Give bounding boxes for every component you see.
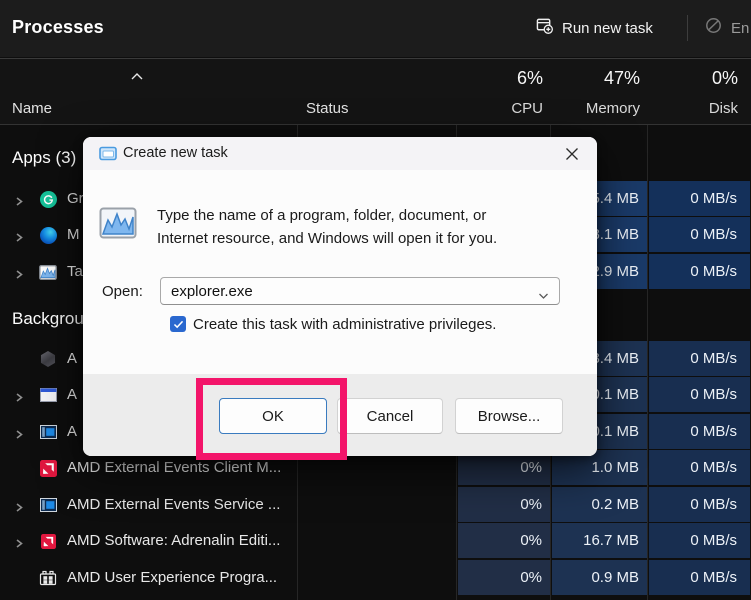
chevron-right-icon[interactable] [14,267,24,285]
chevron-right-icon[interactable] [14,500,24,518]
open-input[interactable] [161,278,529,304]
process-name: AMD User Experience Progra... [67,560,277,596]
open-combobox[interactable] [160,277,560,305]
process-row[interactable]: AMD Software: Adrenalin Editi... 0% 16.7… [0,523,751,559]
building-icon [39,569,57,587]
process-name: A [67,377,77,413]
close-icon[interactable] [559,141,585,167]
chevron-down-icon[interactable] [538,287,549,305]
memory-cell: 0.9 MB [552,560,647,595]
toolbar: Processes Run new task En [0,0,751,57]
cpu-label: CPU [511,100,543,117]
cancel-button[interactable]: Cancel [337,398,443,434]
chevron-right-icon[interactable] [14,194,24,212]
open-label: Open: [102,283,143,300]
cpu-cell: 0% [458,560,550,595]
run-new-task-icon [536,17,553,39]
highlight-annotation-rectangle [196,378,347,460]
disk-cell: 0 MB/s [649,341,750,376]
chevron-right-icon[interactable] [14,536,24,554]
process-row[interactable]: AMD External Events Service ... 0% 0.2 M… [0,487,751,523]
sort-ascending-icon [130,68,144,86]
end-task-button[interactable]: En [705,12,749,44]
amd-icon [39,532,57,550]
disk-total: 0% [712,68,738,89]
blue-window-app-icon [39,496,57,514]
browse-button[interactable]: Browse... [455,398,563,434]
column-header-status[interactable]: Status [306,100,349,117]
task-manager-icon [99,206,137,245]
memory-total: 47% [604,68,640,89]
window-icon [99,146,117,166]
column-header-cpu[interactable]: 6% CPU [457,59,551,124]
dialog-title: Create new task [123,137,228,170]
task-manager-icon [39,263,57,281]
process-name: M [67,217,80,253]
dialog-body: Type the name of a program, folder, docu… [83,170,597,374]
process-name: Ta [67,254,83,290]
disk-cell: 0 MB/s [649,450,750,485]
process-name: AMD Software: Adrenalin Editi... [67,523,280,559]
process-row[interactable]: AMD User Experience Progra... 0% 0.9 MB … [0,560,751,596]
process-name: A [67,414,77,450]
page-title: Processes [12,17,104,38]
process-name: A [67,341,77,377]
memory-cell: 0.2 MB [552,487,647,522]
run-new-task-button[interactable]: Run new task [536,12,653,44]
chevron-right-icon[interactable] [14,390,24,408]
disk-cell: 0 MB/s [649,217,750,252]
admin-privileges-label: Create this task with administrative pri… [193,316,496,333]
blue-window-app-icon [39,423,57,441]
cpu-cell: 0% [458,487,550,522]
column-header-name[interactable]: Name [12,100,52,117]
column-header-memory[interactable]: 47% Memory [551,59,648,124]
disk-cell: 0 MB/s [649,487,750,522]
hexagon-app-icon [39,350,57,368]
disk-cell: 0 MB/s [649,254,750,289]
process-name: AMD External Events Service ... [67,487,280,523]
task-manager-window: Processes Run new task En Name Status 6%… [0,0,751,600]
end-task-icon [705,17,722,39]
disk-label: Disk [709,100,738,117]
process-name: Gr [67,181,84,217]
edge-icon [39,226,57,244]
run-new-task-label: Run new task [562,20,653,37]
dialog-description: Type the name of a program, folder, docu… [157,204,497,250]
disk-cell: 0 MB/s [649,181,750,216]
chevron-right-icon[interactable] [14,230,24,248]
disk-cell: 0 MB/s [649,560,750,595]
amd-icon [39,459,57,477]
cpu-total: 6% [517,68,543,89]
dialog-titlebar: Create new task [83,137,597,170]
disk-cell: 0 MB/s [649,523,750,558]
classic-window-app-icon [39,386,57,404]
memory-label: Memory [586,100,640,117]
memory-cell: 16.7 MB [552,523,647,558]
disk-cell: 0 MB/s [649,414,750,449]
toolbar-divider [687,15,688,41]
grammarly-icon [39,190,57,208]
admin-privileges-checkbox[interactable] [170,316,186,332]
disk-cell: 0 MB/s [649,377,750,412]
column-header-disk[interactable]: 0% Disk [648,59,751,124]
chevron-right-icon[interactable] [14,427,24,445]
description-line: Internet resource, and Windows will open… [157,227,497,250]
table-header: Name Status 6% CPU 47% Memory 0% Disk [0,58,751,125]
cpu-cell: 0% [458,523,550,558]
end-task-label: En [731,20,749,37]
section-label: Apps (3) [12,139,76,176]
description-line: Type the name of a program, folder, docu… [157,204,497,227]
